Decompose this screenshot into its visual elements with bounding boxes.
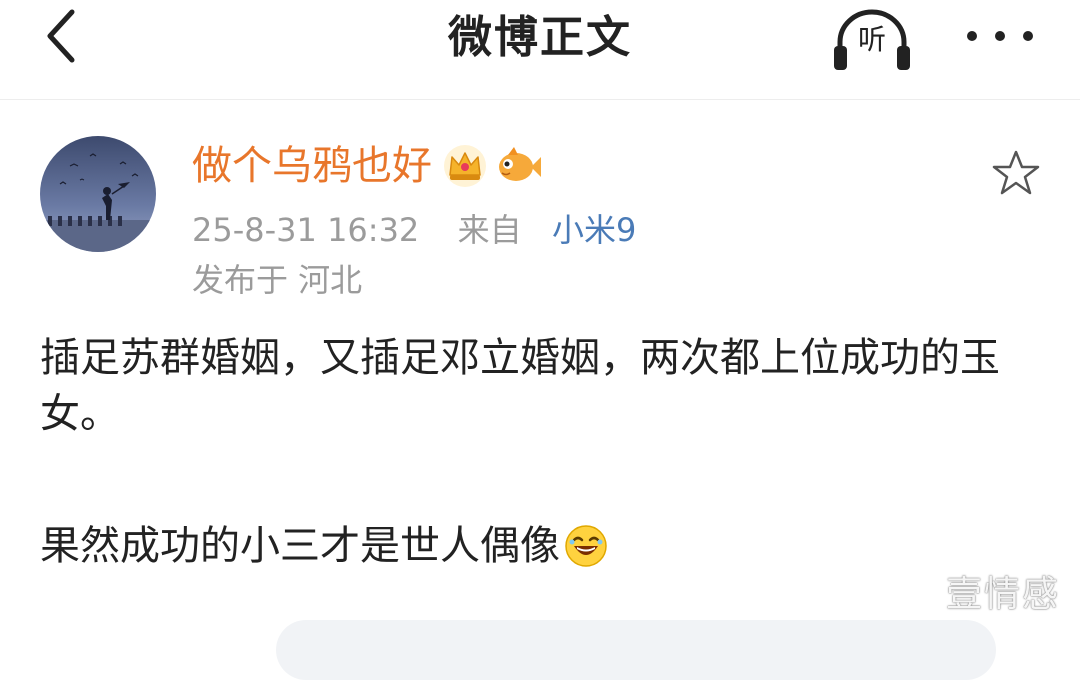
comment-input-bar[interactable] [276, 620, 996, 680]
avatar[interactable] [40, 136, 156, 252]
post-paragraph: 插足苏群婚姻，又插足邓立婚姻，两次都上位成功的玉女。 [40, 335, 1000, 437]
more-dots-icon[interactable] [962, 14, 1038, 58]
listen-button[interactable]: 听 [832, 8, 912, 74]
fish-badge-icon[interactable] [494, 143, 542, 189]
listen-label: 听 [857, 23, 886, 56]
watermark: 壹情感 [945, 574, 1060, 615]
source-prefix: 来自 [457, 211, 522, 249]
post-paragraph-text: 果然成功的小三才是世人偶像 [40, 523, 560, 569]
laughing-emoji-icon [565, 525, 607, 567]
device-link[interactable]: 小米9 [552, 211, 636, 249]
location: 发布于 河北 [192, 261, 363, 299]
timestamp: 25-8-31 16:32 [192, 211, 420, 249]
star-outline-icon[interactable] [990, 148, 1042, 200]
crown-badge-icon[interactable] [442, 143, 488, 189]
top-bar: 微博正文 听 [0, 0, 1080, 100]
post-paragraph-2: 果然成功的小三才是世人偶像 [40, 518, 1040, 574]
username-row: 做个乌鸦也好 [192, 136, 542, 196]
username[interactable]: 做个乌鸦也好 [192, 138, 432, 194]
post-body: 插足苏群婚姻，又插足邓立婚姻，两次都上位成功的玉女。 [40, 330, 1040, 442]
post-meta: 25-8-31 16:32 来自 小米9 [192, 206, 636, 254]
page-title: 微博正文 [448, 12, 632, 63]
